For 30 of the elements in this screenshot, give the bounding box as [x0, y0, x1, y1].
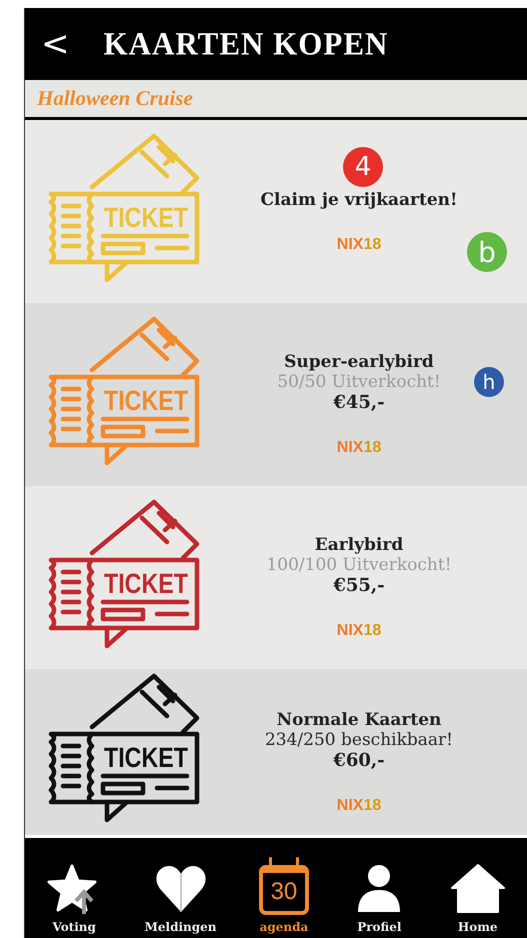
age-logo: NIX18 [336, 236, 382, 254]
page-title: KAARTEN KOPEN [104, 25, 388, 63]
ticket-price: €45,- [333, 392, 385, 413]
ticket-name: Earlybird [314, 535, 404, 555]
marker-badge: 4 [343, 147, 383, 187]
ticket-row[interactable]: TICKET Super-earlybird 50/50 Uitverkocht! €45,- NIX18 h [25, 303, 527, 486]
marker-badge: b [467, 232, 507, 272]
age-logo: NIX18 [336, 439, 382, 457]
ticket-row[interactable]: TICKET Earlybird 100/100 Uitverkocht! €55,- NIX18 [25, 486, 527, 669]
ticket-name: Normale Kaarten [276, 710, 442, 730]
back-button[interactable]: < [37, 27, 74, 61]
ticket-availability: 234/250 beschikbaar! [264, 730, 453, 750]
ticket-row[interactable]: TICKET Claim je vrijkaarten! NIX18 4 b [25, 120, 527, 303]
nav-tab[interactable]: 30 agenda [258, 857, 309, 934]
age-logo: NIX18 [336, 622, 382, 640]
age-logo: NIX18 [336, 796, 382, 814]
nav-tab[interactable]: Voting [46, 863, 102, 934]
ticket-availability: 50/50 Uitverkocht! [277, 372, 441, 392]
nav-tab[interactable]: Meldingen [144, 863, 217, 934]
ticket-availability: 100/100 Uitverkocht! [266, 555, 452, 575]
house-icon [450, 863, 506, 915]
marker-badge: h [474, 367, 504, 397]
ticket-name: Claim je vrijkaarten! [260, 190, 458, 210]
ticket-name: Super-earlybird [284, 352, 434, 372]
nav-tab[interactable]: Profiel [351, 863, 408, 934]
ticket-price: €60,- [333, 750, 385, 770]
nav-tab[interactable]: Home [450, 863, 506, 934]
ticket-price: €55,- [333, 575, 385, 596]
ticket-row[interactable]: TICKET Normale Kaarten 234/250 beschikbaar! €60,- NIX18 [25, 669, 527, 835]
event-title: Halloween Cruise [37, 86, 193, 111]
